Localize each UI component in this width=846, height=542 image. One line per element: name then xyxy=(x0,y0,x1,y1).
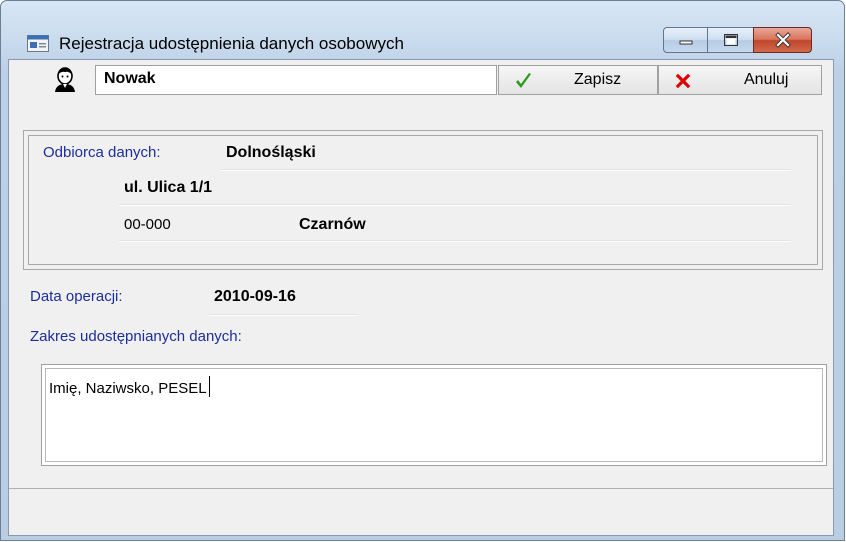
x-icon xyxy=(675,73,691,89)
person-icon xyxy=(55,67,75,92)
divider xyxy=(119,204,791,206)
divider xyxy=(221,169,791,171)
title-bar[interactable]: Rejestracja udostępnienia danych osobowy… xyxy=(1,1,844,61)
save-button[interactable]: Zapisz xyxy=(498,65,658,95)
postal-code[interactable]: 00-000 xyxy=(124,216,171,233)
recipient-inner-panel: Odbiorca danych: Dolnośląski ul. Ulica 1… xyxy=(28,135,818,265)
recipient-name[interactable]: Dolnośląski xyxy=(226,144,316,162)
surname-field[interactable]: Nowak xyxy=(95,65,497,95)
divider xyxy=(209,314,357,316)
divider xyxy=(9,488,833,489)
maximize-icon xyxy=(723,34,738,46)
scope-text: Imię, Naziwsko, PESEL xyxy=(49,380,207,397)
window-title: Rejestracja udostępnienia danych osobowy… xyxy=(59,34,404,53)
scope-textarea[interactable]: Imię, Naziwsko, PESEL xyxy=(41,364,827,466)
operation-date-value[interactable]: 2010-09-16 xyxy=(214,288,296,306)
operation-date-label: Data operacji: xyxy=(30,288,123,305)
app-window: Rejestracja udostępnienia danych osobowy… xyxy=(0,0,845,541)
text-caret xyxy=(208,376,210,397)
cancel-label: Anuluj xyxy=(744,71,789,88)
maximize-button[interactable] xyxy=(707,27,754,53)
checkmark-icon xyxy=(516,73,531,88)
close-icon xyxy=(774,32,791,48)
close-button[interactable] xyxy=(753,27,812,53)
divider xyxy=(119,240,791,242)
scope-label: Zakres udostępnianych danych: xyxy=(30,328,242,345)
recipient-city[interactable]: Czarnów xyxy=(299,216,366,234)
save-label: Zapisz xyxy=(574,71,622,88)
client-area: Nowak Zapisz Anuluj Odbiorca danych: Dol… xyxy=(8,59,834,536)
cancel-button[interactable]: Anuluj xyxy=(658,65,822,95)
recipient-label: Odbiorca danych: xyxy=(43,144,161,161)
minimize-icon xyxy=(679,40,692,45)
form-icon xyxy=(27,35,49,52)
recipient-panel: Odbiorca danych: Dolnośląski ul. Ulica 1… xyxy=(23,130,823,270)
recipient-street[interactable]: ul. Ulica 1/1 xyxy=(124,179,212,197)
scope-textarea-inner[interactable]: Imię, Naziwsko, PESEL xyxy=(45,368,823,462)
minimize-button[interactable] xyxy=(663,27,708,53)
